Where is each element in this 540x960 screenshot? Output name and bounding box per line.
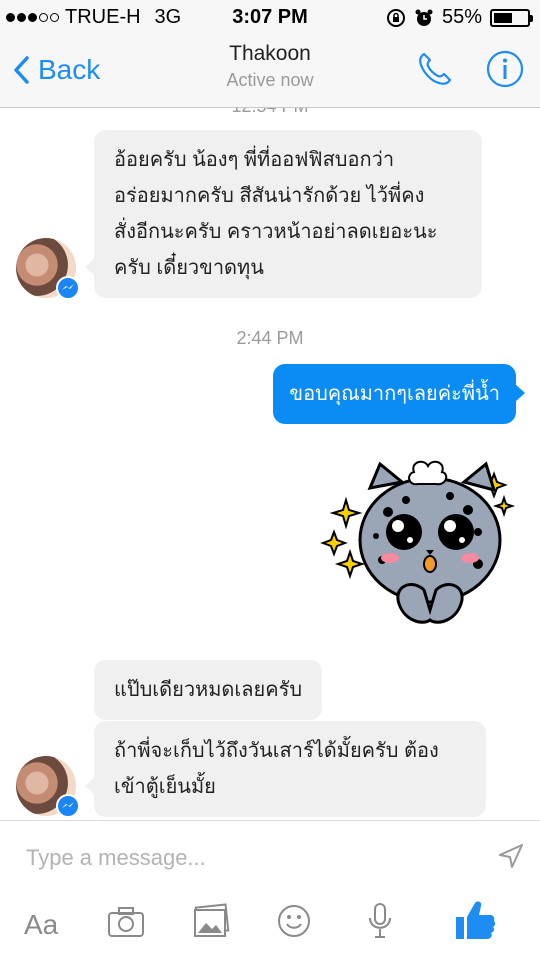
status-right: 55%	[386, 6, 533, 29]
battery-fill	[494, 12, 512, 23]
chevron-left-icon	[14, 56, 29, 84]
like-thumbs-up-icon[interactable]	[452, 897, 498, 943]
photo-gallery-icon[interactable]	[192, 903, 230, 939]
back-button[interactable]: Back	[12, 54, 100, 86]
rotation-lock-icon	[386, 8, 405, 27]
outgoing-message[interactable]: ขอบคุณมากๆเลยค่ะพี่น้ำ	[273, 364, 525, 424]
incoming-message[interactable]: ถ้าพี่จะเก็บไว้ถึงวันเสาร์ได้มั้ยครับ ต้…	[85, 721, 486, 817]
message-input[interactable]	[26, 843, 466, 873]
emoji-icon[interactable]	[276, 903, 312, 939]
incoming-message[interactable]: แป๊บเดียวหมดเลยครับ	[94, 660, 323, 720]
camera-icon[interactable]	[106, 905, 146, 939]
message-list[interactable]: 12:54 PM อ้อยครับ น้องๆ พี่ที่ออฟฟิสบอกว…	[0, 108, 540, 820]
back-label: Back	[38, 54, 101, 85]
status-bar: TRUE-H 3G 3:07 PM 55%	[0, 0, 540, 36]
message-line: อ้อยครับ น้องๆ พี่ที่ออฟฟิสบอกว่า	[114, 149, 395, 171]
messenger-badge-icon	[56, 276, 80, 300]
compose-toolbar: Aa	[0, 901, 540, 951]
text-format-button[interactable]: Aa	[24, 909, 58, 941]
incoming-message[interactable]: อ้อยครับ น้องๆ พี่ที่ออฟฟิสบอกว่า อร่อยม…	[85, 130, 482, 298]
message-line: สั่งอีกนะครับ คราวหน้าอย่าลดเยอะนะ	[114, 221, 438, 243]
timestamp: 12:54 PM	[0, 108, 540, 117]
microphone-icon[interactable]	[366, 901, 394, 941]
compose-area: Aa	[0, 820, 540, 960]
nav-bar: Back Thakoon Active now	[0, 36, 540, 108]
alarm-icon	[415, 9, 433, 26]
battery-percent: 55%	[441, 6, 482, 28]
avatar[interactable]	[16, 238, 80, 300]
time-separator: 2:44 PM	[236, 328, 304, 348]
messenger-screen: TRUE-H 3G 3:07 PM 55% Back Thakoon Activ…	[0, 0, 540, 960]
send-icon[interactable]	[496, 841, 526, 871]
messenger-badge-icon	[56, 794, 80, 818]
info-icon[interactable]	[486, 50, 524, 88]
message-line: ครับ เดี๋ยวขาดทุน	[114, 257, 264, 279]
battery-icon	[490, 8, 533, 27]
phone-call-icon[interactable]	[416, 50, 454, 88]
message-line: อร่อยมากครับ สีสันน่ารักด้วย ไว้พี่คง	[114, 185, 425, 207]
cat-sticker[interactable]	[318, 460, 518, 640]
nav-actions	[416, 50, 524, 88]
message-line: ถ้าพี่จะเก็บไว้ถึงวันเสาร์ได้มั้ยครับ ต้…	[114, 740, 439, 762]
message-line: เข้าตู้เย็นมั้ย	[114, 776, 216, 798]
avatar[interactable]	[16, 756, 80, 818]
